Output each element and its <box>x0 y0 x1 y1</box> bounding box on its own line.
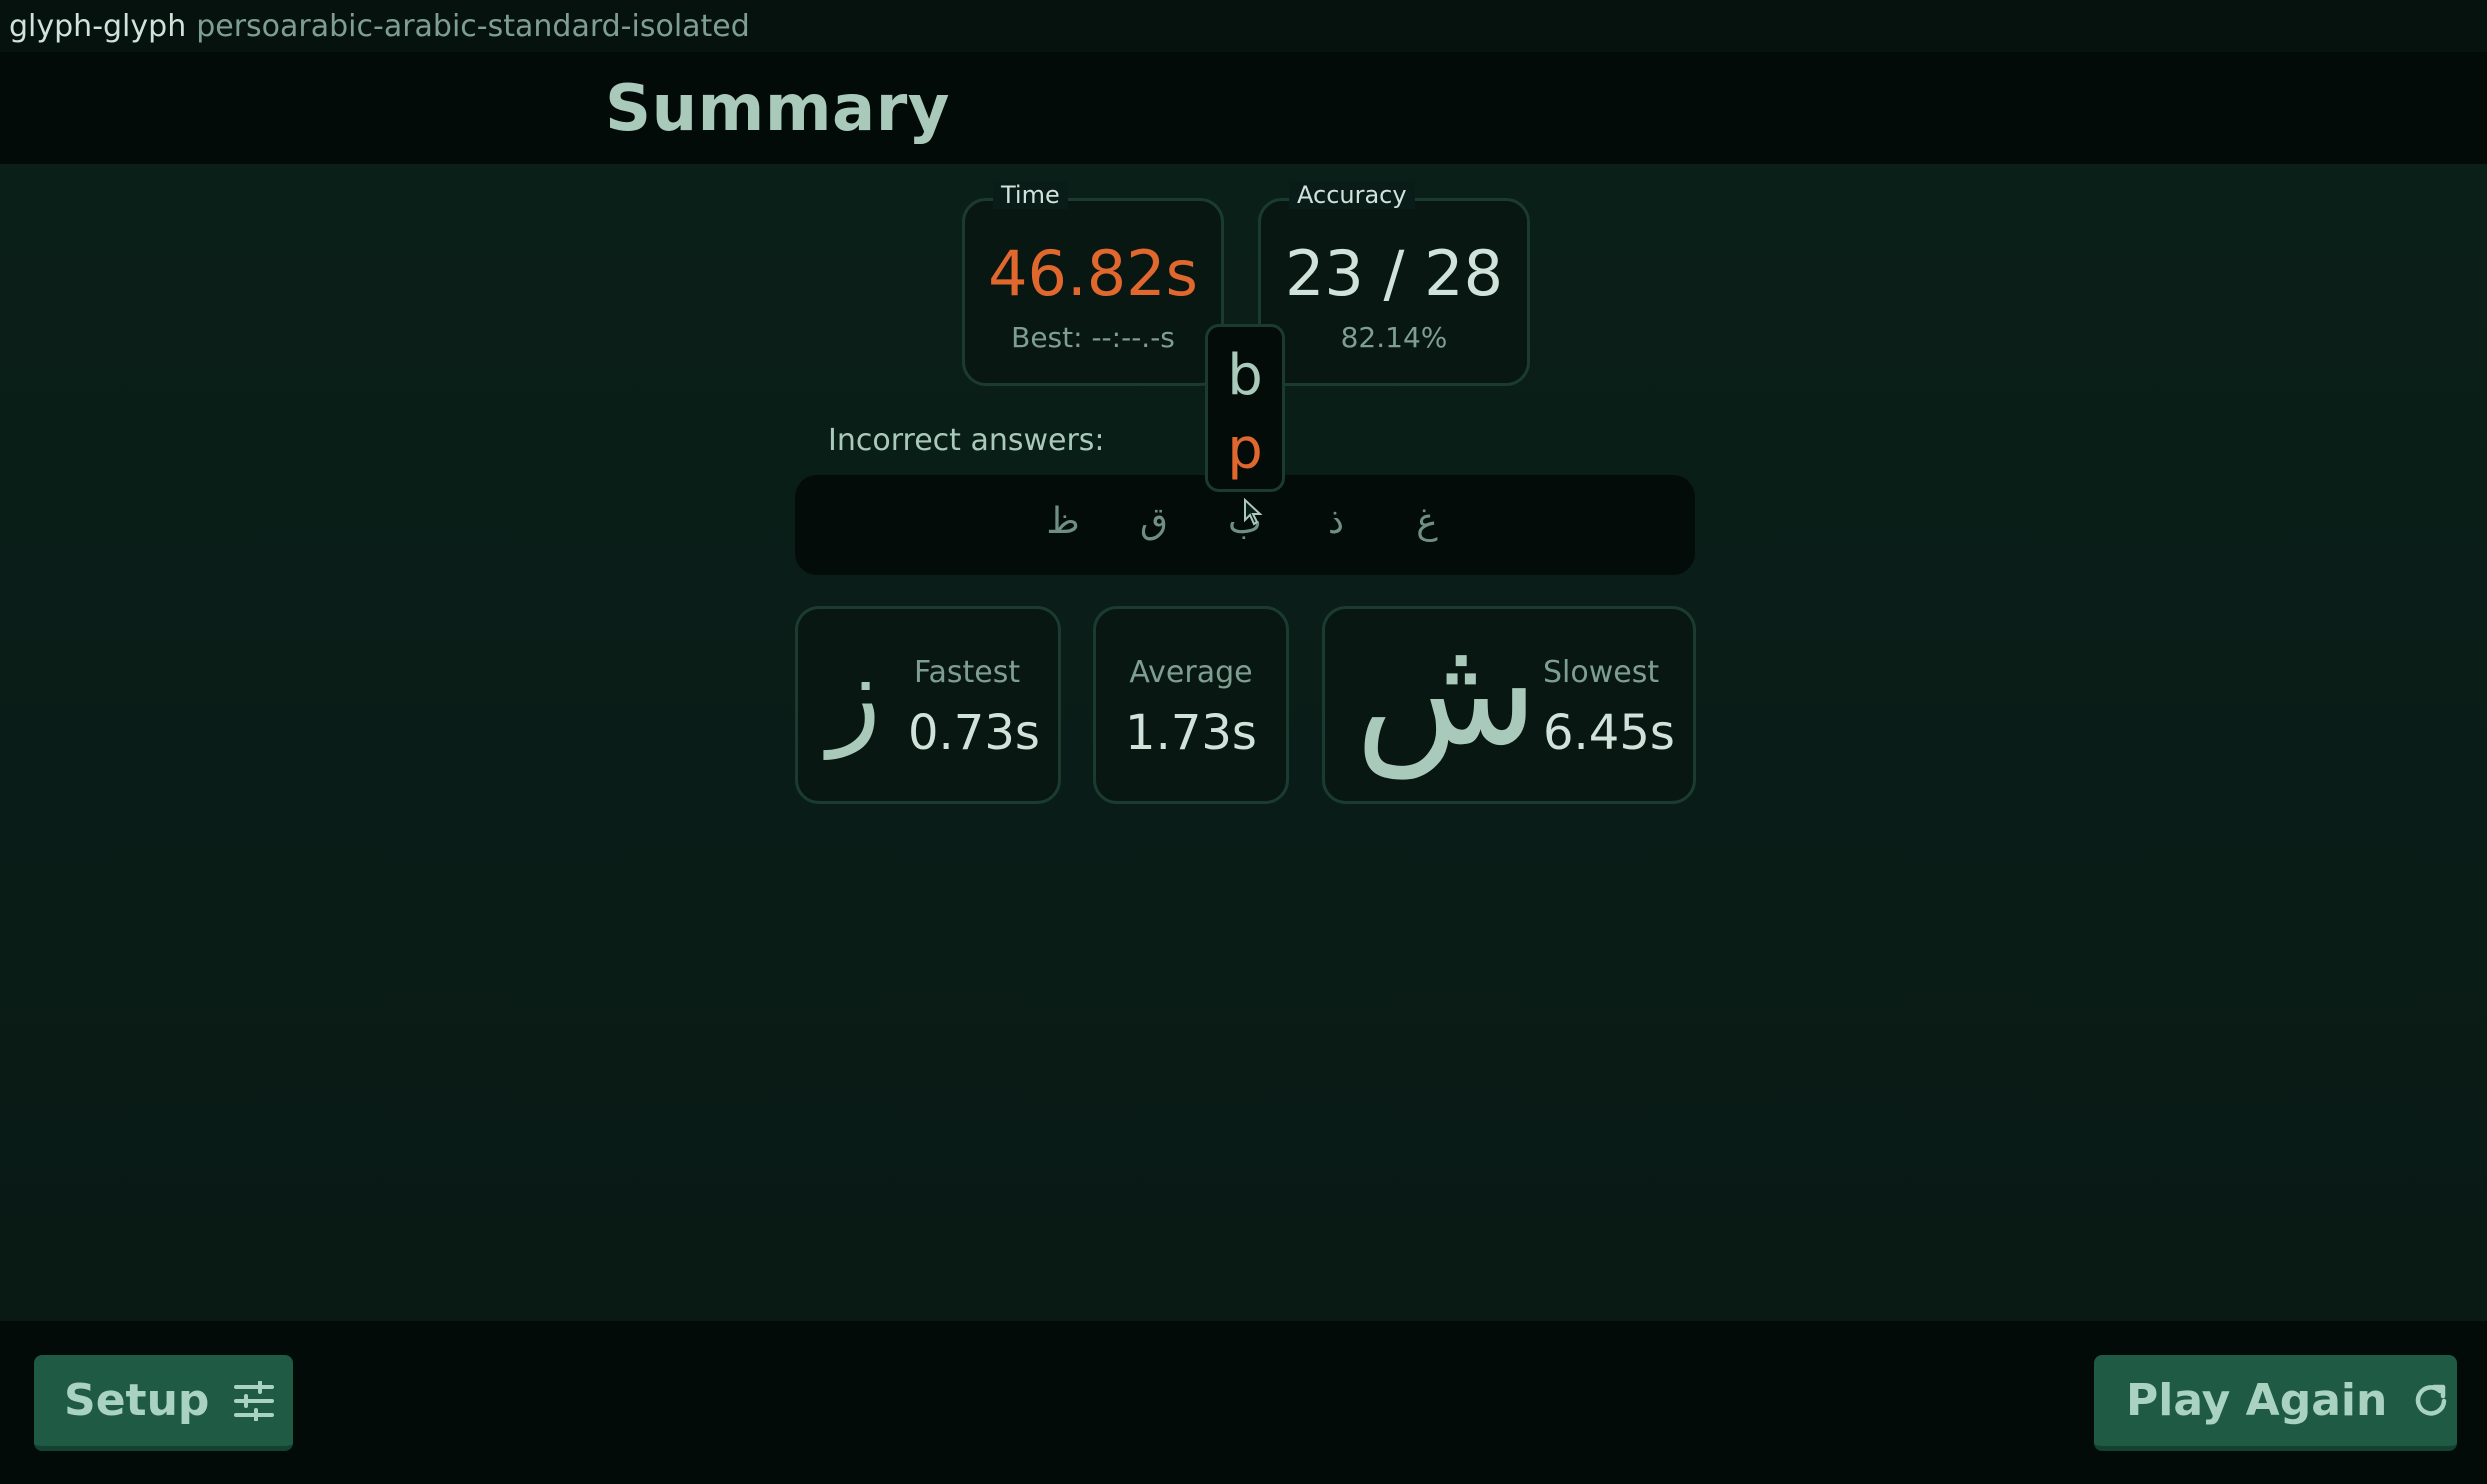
answer-tooltip: b p <box>1205 324 1285 492</box>
mouse-pointer-icon <box>1243 497 1263 530</box>
sliders-icon <box>233 1380 275 1421</box>
slowest-label: Slowest <box>1543 655 1660 690</box>
average-card: Average 1.73s <box>1093 606 1289 804</box>
refresh-icon <box>2411 1381 2451 1421</box>
slowest-glyph: ش <box>1355 605 1539 779</box>
average-label: Average <box>1129 655 1253 690</box>
time-box: Time 46.82s Best: --:--.-s <box>962 181 1224 386</box>
summary-main: Time 46.82s Best: --:--.-s Accuracy 23 /… <box>0 164 2487 1321</box>
tooltip-given-answer: p <box>1227 417 1263 482</box>
page-header: Summary <box>0 52 2487 164</box>
fastest-value: 0.73s <box>908 705 1040 761</box>
fastest-label: Fastest <box>914 655 1021 690</box>
incorrect-glyph[interactable]: ذ <box>1306 491 1366 551</box>
setup-button[interactable]: Setup <box>34 1355 293 1451</box>
app-name: glyph-glyph <box>9 8 187 44</box>
play-again-button[interactable]: Play Again <box>2094 1355 2457 1451</box>
slowest-value: 6.45s <box>1543 705 1675 761</box>
accuracy-value: 23 / 28 <box>1284 237 1504 310</box>
tooltip-correct-answer: b <box>1227 343 1263 408</box>
time-legend: Time <box>993 181 1068 209</box>
play-again-button-label: Play Again <box>2126 1375 2388 1426</box>
dataset-name: persoarabic-arabic-standard-isolated <box>196 8 750 44</box>
fastest-glyph: ز <box>828 631 882 759</box>
incorrect-answers-label: Incorrect answers: <box>828 423 1105 458</box>
incorrect-glyph[interactable]: ق <box>1124 491 1184 551</box>
average-value: 1.73s <box>1125 705 1257 761</box>
accuracy-legend: Accuracy <box>1289 181 1415 209</box>
fastest-card: ز Fastest 0.73s <box>795 606 1061 804</box>
time-value: 46.82s <box>988 237 1198 310</box>
incorrect-glyph[interactable]: غ <box>1397 491 1457 551</box>
window-titlebar: glyph-glyph persoarabic-arabic-standard-… <box>0 0 2487 52</box>
accuracy-box: Accuracy 23 / 28 82.14% <box>1258 181 1530 386</box>
accuracy-percent: 82.14% <box>1340 321 1448 354</box>
page-title: Summary <box>605 72 950 146</box>
setup-button-label: Setup <box>64 1375 210 1426</box>
footer-bar: Setup Play Again <box>0 1321 2487 1484</box>
slowest-card: ش Slowest 6.45s <box>1322 605 1696 804</box>
incorrect-glyph[interactable]: ظ <box>1033 491 1093 551</box>
best-time: Best: --:--.-s <box>1011 321 1175 354</box>
